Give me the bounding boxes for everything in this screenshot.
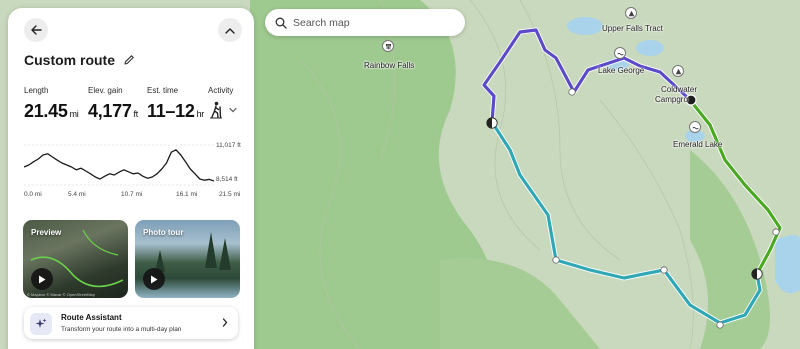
- route-panel: Custom route Length 21.45 mi Elev. gain 4…: [8, 8, 254, 349]
- collapse-button[interactable]: [218, 18, 242, 42]
- preview-label: Preview: [31, 228, 62, 237]
- chevron-up-icon: [225, 27, 235, 34]
- map-credit: © Mapbox © Maxar © OpenStreetMap: [27, 292, 95, 297]
- title-row: Custom route: [24, 52, 135, 68]
- hiker-icon: [208, 101, 224, 119]
- distance-tick-0: 0.0 mi: [24, 191, 42, 198]
- chevron-right-icon: [222, 318, 228, 327]
- distance-tick-4: 21.5 mi: [219, 191, 241, 198]
- photo-tour-thumbnail[interactable]: Photo tour: [135, 220, 240, 298]
- emerald-lake-poi-icon[interactable]: [689, 121, 701, 133]
- distance-tick-1: 5.4 mi: [68, 191, 86, 198]
- assistant-subtitle: Transform your route into a multi-day pl…: [61, 326, 182, 333]
- map-label-campground[interactable]: Campgro: [655, 95, 688, 104]
- search-input[interactable]: Search map: [293, 17, 350, 29]
- stat-elev-value: 4,177: [88, 101, 132, 121]
- stat-activity-label: Activity: [208, 86, 234, 95]
- stat-length: Length 21.45 mi: [24, 86, 79, 122]
- stat-elev-label: Elev. gain: [88, 86, 123, 95]
- map-label-coldwater[interactable]: Coldwater: [661, 85, 697, 94]
- photo-tour-label: Photo tour: [143, 228, 184, 237]
- map-label-emerald-lake[interactable]: Emerald Lake: [673, 140, 722, 149]
- play-icon[interactable]: [31, 268, 53, 290]
- lake-poi-icon[interactable]: [614, 47, 626, 59]
- map-label-lake-george[interactable]: Lake George: [598, 66, 644, 75]
- distance-tick-2: 10.7 mi: [121, 191, 143, 198]
- campground-poi-icon[interactable]: [672, 65, 684, 77]
- arrow-left-icon: [30, 25, 42, 35]
- preview-thumbnail[interactable]: Preview © Mapbox © Maxar © OpenStreetMap: [23, 220, 128, 298]
- sparkle-icon: [30, 313, 52, 335]
- elevation-max-label: 11,017 ft: [216, 142, 241, 149]
- campsite-poi-icon[interactable]: [625, 7, 637, 19]
- stat-time-unit: hr: [196, 109, 205, 119]
- map-label-rainbow-falls[interactable]: Rainbow Falls: [364, 61, 414, 70]
- route-start-marker[interactable]: [486, 117, 498, 129]
- route-end-marker[interactable]: [751, 268, 763, 280]
- route-title: Custom route: [24, 52, 115, 68]
- search-icon: [275, 17, 287, 29]
- elevation-min-label: 8,514 ft: [216, 176, 238, 183]
- assistant-title: Route Assistant: [61, 313, 122, 322]
- activity-selector[interactable]: Activity: [208, 86, 237, 119]
- play-icon[interactable]: [143, 268, 165, 290]
- stat-time-label: Est. time: [147, 86, 179, 95]
- stat-length-value: 21.45: [24, 101, 68, 121]
- stat-length-label: Length: [24, 86, 49, 95]
- search-bar[interactable]: Search map: [265, 9, 465, 36]
- stat-length-unit: mi: [69, 109, 79, 119]
- chevron-down-icon: [229, 107, 237, 113]
- distance-tick-3: 16.1 mi: [176, 191, 198, 198]
- stat-time-value: 11–12: [147, 101, 195, 121]
- map-label-upper-falls[interactable]: Upper Falls Tract: [602, 24, 663, 33]
- stat-elev-unit: ft: [133, 109, 139, 119]
- stat-elev-gain: Elev. gain 4,177 ft: [88, 86, 138, 122]
- waterfall-poi-icon[interactable]: [382, 40, 394, 52]
- elevation-line: [24, 149, 214, 182]
- stat-est-time: Est. time 11–12 hr: [147, 86, 204, 122]
- elevation-profile-chart[interactable]: [24, 142, 214, 188]
- edit-pencil-icon[interactable]: [123, 54, 135, 66]
- back-button[interactable]: [24, 18, 48, 42]
- route-assistant-card[interactable]: Route Assistant Transform your route int…: [24, 307, 238, 339]
